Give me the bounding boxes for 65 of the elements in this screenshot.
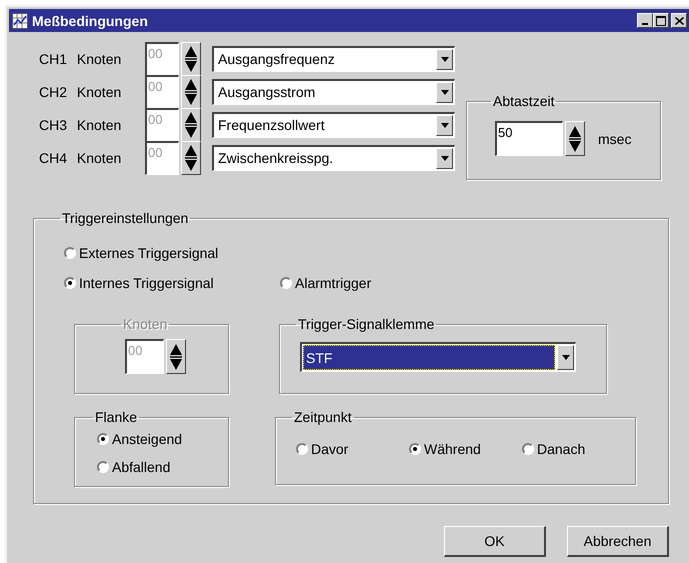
spin-button[interactable] bbox=[181, 108, 201, 142]
dropdown-arrow-button[interactable] bbox=[436, 48, 453, 70]
radio-label[interactable]: Externes Triggersignal bbox=[79, 245, 218, 261]
down-arrow-icon bbox=[440, 56, 448, 62]
dropdown[interactable]: Ausgangsfrequenz bbox=[212, 46, 455, 72]
dropdown[interactable]: Ausgangsstrom bbox=[212, 78, 455, 104]
up-down-arrow-icon bbox=[568, 124, 582, 152]
up-down-arrow-icon bbox=[184, 144, 198, 172]
group-title: Trigger-Signalklemme bbox=[297, 316, 436, 332]
spin-button[interactable] bbox=[181, 42, 201, 76]
radio-button[interactable] bbox=[522, 443, 534, 455]
group-title: Flanke bbox=[94, 409, 138, 425]
channel-label: CH4 Knoten bbox=[39, 150, 122, 166]
group-title: Zeitpunkt bbox=[293, 409, 353, 425]
radio-label[interactable]: Während bbox=[424, 441, 481, 457]
maximize-icon bbox=[656, 16, 666, 26]
radio-button[interactable] bbox=[97, 461, 109, 473]
radio-button[interactable] bbox=[280, 277, 292, 289]
radio-button[interactable] bbox=[296, 443, 308, 455]
radio-button[interactable] bbox=[97, 433, 109, 445]
radio-button[interactable] bbox=[64, 247, 76, 259]
window-title: Meßbedingungen bbox=[32, 12, 149, 28]
down-arrow-icon bbox=[562, 355, 570, 360]
spin-button[interactable] bbox=[181, 74, 201, 108]
down-arrow-icon bbox=[440, 122, 448, 128]
minimize-button[interactable] bbox=[637, 13, 653, 28]
close-icon bbox=[674, 16, 684, 24]
dialog-button[interactable]: OK bbox=[444, 526, 546, 557]
radio-label[interactable]: Alarmtrigger bbox=[295, 275, 372, 291]
up-down-arrow-icon bbox=[184, 78, 198, 106]
dropdown[interactable]: STF bbox=[300, 342, 576, 372]
dropdown-arrow-button[interactable] bbox=[436, 82, 453, 102]
dropdown[interactable]: Frequenzsollwert bbox=[212, 112, 455, 138]
dropdown-arrow-button[interactable] bbox=[436, 114, 453, 136]
radio-label[interactable]: Ansteigend bbox=[112, 431, 182, 447]
group-title: Triggereinstellungen bbox=[61, 210, 190, 226]
maximize-button[interactable] bbox=[653, 13, 669, 28]
dropdown-arrow-button[interactable] bbox=[557, 345, 574, 370]
spin-button[interactable] bbox=[565, 121, 585, 156]
close-button[interactable] bbox=[671, 13, 687, 28]
minimize-icon bbox=[642, 22, 648, 24]
unit-label: msec bbox=[598, 130, 632, 146]
group-title: Knoten bbox=[122, 316, 168, 332]
down-arrow-icon bbox=[440, 90, 448, 94]
radio-label[interactable]: Danach bbox=[537, 441, 586, 457]
radio-button[interactable] bbox=[64, 277, 76, 289]
radio-label[interactable]: Abfallend bbox=[112, 459, 170, 475]
spin-button[interactable] bbox=[166, 339, 186, 374]
spin-button[interactable] bbox=[181, 140, 201, 174]
spin-field[interactable]: 50 bbox=[495, 121, 563, 156]
up-down-arrow-icon bbox=[184, 44, 198, 72]
grid-chart-icon bbox=[12, 12, 28, 28]
dropdown[interactable]: Zwischenkreisspg. bbox=[212, 144, 455, 170]
channel-label: CH3 Knoten bbox=[39, 116, 122, 132]
channel-label: CH1 Knoten bbox=[39, 50, 122, 66]
channel-label: CH2 Knoten bbox=[39, 84, 122, 100]
up-down-arrow-icon bbox=[184, 110, 198, 138]
up-down-arrow-icon bbox=[169, 342, 183, 370]
radio-label[interactable]: Davor bbox=[311, 441, 348, 457]
dropdown-arrow-button[interactable] bbox=[436, 148, 453, 168]
radio-button[interactable] bbox=[409, 443, 421, 455]
group-title: Abtastzeit bbox=[492, 93, 556, 109]
dialog-button[interactable]: Abbrechen bbox=[567, 526, 669, 557]
radio-label[interactable]: Internes Triggersignal bbox=[79, 275, 214, 291]
down-arrow-icon bbox=[440, 156, 448, 160]
